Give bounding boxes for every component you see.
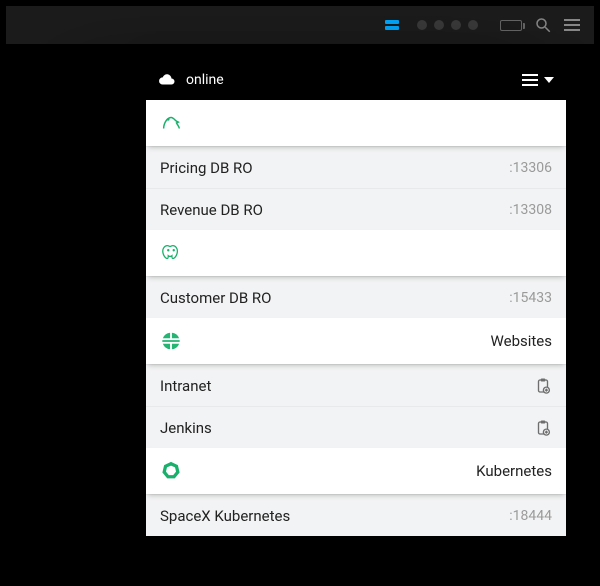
panel-menu-button[interactable]: [522, 74, 554, 86]
section-header-kubernetes[interactable]: Kubernetes: [146, 448, 566, 494]
list-item[interactable]: Revenue DB RO :13308: [146, 188, 566, 230]
list-item[interactable]: Pricing DB RO :13306: [146, 146, 566, 188]
connection-port: :13308: [509, 202, 552, 218]
connection-port: :18444: [509, 508, 552, 524]
chevron-down-icon: [544, 77, 554, 83]
connection-port: :13306: [509, 160, 552, 176]
menu-lines-icon: [522, 74, 538, 86]
section-header-websites[interactable]: Websites: [146, 318, 566, 364]
section-header-mysql[interactable]: [146, 100, 566, 146]
connection-name: Intranet: [160, 377, 534, 395]
menubar: [6, 6, 594, 44]
status-dot: [417, 20, 427, 30]
cloud-icon: [158, 71, 176, 89]
status-dot: [451, 20, 461, 30]
connection-name: Pricing DB RO: [160, 159, 509, 177]
connection-name: Customer DB RO: [160, 289, 509, 307]
list-item[interactable]: Intranet: [146, 364, 566, 406]
status-dots: [417, 20, 478, 30]
list-item[interactable]: Jenkins: [146, 406, 566, 448]
postgres-icon: [160, 242, 182, 264]
list-item[interactable]: SpaceX Kubernetes :18444: [146, 494, 566, 536]
connection-name: SpaceX Kubernetes: [160, 507, 509, 525]
globe-icon: [160, 330, 182, 352]
connection-name: Revenue DB RO: [160, 201, 509, 219]
section-header-postgres[interactable]: [146, 230, 566, 276]
connections-panel: online Pricing DB RO :13306 Revenue DB R…: [146, 60, 566, 536]
menu-icon[interactable]: [564, 19, 580, 31]
section-label: Kubernetes: [476, 462, 552, 480]
panel-header: online: [146, 60, 566, 100]
mysql-icon: [160, 112, 182, 134]
section-label: Websites: [491, 332, 552, 350]
connection-port: :15433: [509, 290, 552, 306]
connection-name: Jenkins: [160, 419, 534, 437]
clipboard-add-icon[interactable]: [534, 419, 552, 437]
status-label: online: [186, 72, 224, 88]
status-dot: [434, 20, 444, 30]
clipboard-add-icon[interactable]: [534, 377, 552, 395]
kubernetes-icon: [160, 460, 182, 482]
battery-icon: [500, 20, 522, 31]
list-item[interactable]: Customer DB RO :15433: [146, 276, 566, 318]
search-icon[interactable]: [534, 16, 552, 34]
server-status-icon[interactable]: [385, 20, 399, 30]
status-dot: [468, 20, 478, 30]
